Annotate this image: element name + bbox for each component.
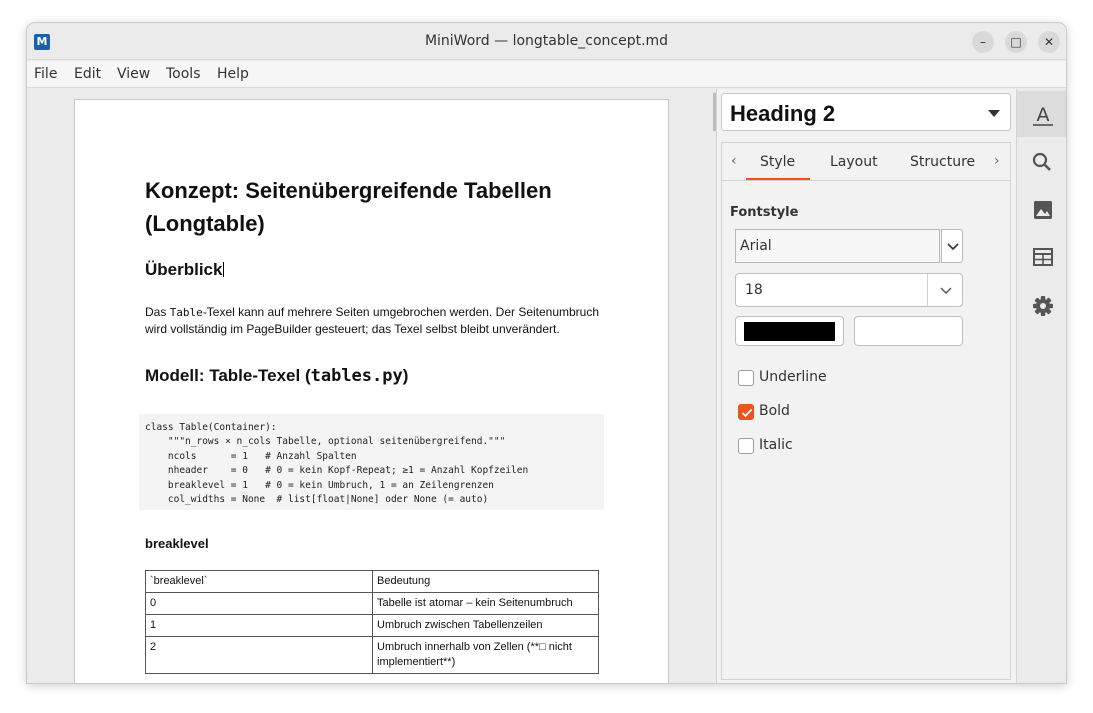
document-viewport[interactable]: Konzept: Seitenübergreifende Tabellen (L… <box>27 89 716 683</box>
table-cell[interactable]: Tabelle ist atomar – kein Seitenumbruch <box>372 592 599 615</box>
code-block[interactable]: class Table(Container): """n_rows × n_co… <box>139 414 604 510</box>
heading-model-code: tables.py <box>310 366 403 386</box>
tab-bar: ‹ Style Layout Structure › <box>722 143 1010 181</box>
window-title: MiniWord — longtable_concept.md <box>424 33 669 49</box>
table-header-cell[interactable]: `breaklevel` <box>145 570 373 593</box>
menubar: File Edit View Tools Help <box>27 61 1066 88</box>
breaklevel-table[interactable]: `breaklevel` Bedeutung 0 Tabelle ist ato… <box>145 570 599 674</box>
font-size-select[interactable]: 18 <box>735 273 963 307</box>
document-page[interactable]: Konzept: Seitenübergreifende Tabellen (L… <box>74 99 669 683</box>
document-title[interactable]: Konzept: Seitenübergreifende Tabellen (L… <box>145 174 615 240</box>
table-row: 1 Umbruch zwischen Tabellenzeilen <box>145 614 599 637</box>
heading-model-suffix: ) <box>402 366 409 385</box>
paragraph-style-select[interactable]: Heading 2 <box>721 93 1011 131</box>
gear-icon <box>1033 296 1053 316</box>
table-cell[interactable]: 1 <box>145 614 373 637</box>
heading-overview-text: Überblick <box>145 260 223 279</box>
titlebar[interactable]: M MiniWord — longtable_concept.md – □ ✕ <box>27 23 1066 60</box>
active-tab-indicator <box>746 178 810 180</box>
underline-label[interactable]: Underline <box>759 369 827 385</box>
table-cell[interactable]: 2 <box>145 636 373 674</box>
para-text-1: Das <box>145 305 170 319</box>
menu-help[interactable]: Help <box>217 66 249 82</box>
dropdown-arrow-icon <box>988 110 1000 117</box>
minimize-button[interactable]: – <box>972 31 994 53</box>
tab-layout[interactable]: Layout <box>830 154 878 170</box>
text-style-button[interactable]: A <box>1017 91 1066 137</box>
table-icon <box>1033 248 1053 266</box>
tab-scroll-left-icon[interactable]: ‹ <box>731 153 737 169</box>
heading-breaklevel[interactable]: breaklevel <box>145 536 209 551</box>
paragraph-style-value: Heading 2 <box>730 101 836 126</box>
heading-model-prefix: Modell: Table-Texel ( <box>145 366 311 385</box>
table-cell[interactable]: 0 <box>145 592 373 615</box>
search-button[interactable] <box>1017 139 1066 185</box>
table-cell[interactable]: Umbruch innerhalb von Zellen (**□ nicht … <box>372 636 599 674</box>
app-window: M MiniWord — longtable_concept.md – □ ✕ … <box>26 22 1067 684</box>
font-family-combo[interactable]: Arial <box>735 229 940 263</box>
table-row: 2 Umbruch innerhalb von Zellen (**□ nich… <box>145 636 599 674</box>
bold-checkbox[interactable] <box>738 404 754 420</box>
text-cursor <box>223 262 225 277</box>
menu-edit[interactable]: Edit <box>74 66 101 82</box>
tab-style[interactable]: Style <box>760 154 795 170</box>
background-color-button[interactable] <box>854 316 963 346</box>
tab-structure[interactable]: Structure <box>910 154 975 170</box>
maximize-button[interactable]: □ <box>1005 31 1027 53</box>
menu-tools[interactable]: Tools <box>166 66 201 82</box>
font-size-divider <box>927 274 928 306</box>
underline-checkbox[interactable] <box>738 370 754 386</box>
bold-label[interactable]: Bold <box>759 403 790 419</box>
fontstyle-label: Fontstyle <box>730 205 799 220</box>
font-size-value: 18 <box>745 282 763 298</box>
checkmark-icon <box>741 408 753 418</box>
para-inline-code: Table <box>169 306 203 319</box>
close-button[interactable]: ✕ <box>1038 31 1060 53</box>
table-header-row: `breaklevel` Bedeutung <box>145 570 599 593</box>
image-icon <box>1034 201 1052 219</box>
italic-checkbox[interactable] <box>738 438 754 454</box>
chevron-down-icon <box>947 243 959 251</box>
properties-tabs: ‹ Style Layout Structure › Fontstyle Ari… <box>721 142 1011 680</box>
table-cell[interactable]: Umbruch zwischen Tabellenzeilen <box>372 614 599 637</box>
chevron-down-icon <box>940 287 952 294</box>
svg-text:A: A <box>1037 104 1050 126</box>
table-button[interactable] <box>1017 235 1066 281</box>
para-text-2: -Texel kann auf mehrere Seiten umgebroch… <box>145 305 600 336</box>
text-style-icon: A <box>1033 104 1053 126</box>
properties-panel: Heading 2 ‹ Style Layout Structure › Fon… <box>713 89 1016 683</box>
search-icon <box>1032 152 1051 171</box>
settings-button[interactable] <box>1017 283 1066 329</box>
table-row: 0 Tabelle ist atomar – kein Seitenumbruc… <box>145 592 599 615</box>
tool-sidebar: A <box>1016 89 1066 683</box>
text-color-button[interactable] <box>735 316 844 346</box>
image-button[interactable] <box>1017 187 1066 233</box>
font-family-dropdown-button[interactable] <box>941 229 963 263</box>
tab-scroll-right-icon[interactable]: › <box>994 153 1000 169</box>
italic-label[interactable]: Italic <box>759 437 793 453</box>
menu-file[interactable]: File <box>34 66 57 82</box>
heading-model[interactable]: Modell: Table-Texel (tables.py) <box>145 366 408 386</box>
resize-handle[interactable] <box>713 93 716 131</box>
heading-overview[interactable]: Überblick <box>145 260 225 280</box>
paragraph-overview[interactable]: Das Table-Texel kann auf mehrere Seiten … <box>145 304 615 338</box>
menu-view[interactable]: View <box>117 66 150 82</box>
table-header-cell[interactable]: Bedeutung <box>372 570 599 593</box>
text-color-swatch <box>744 322 835 341</box>
